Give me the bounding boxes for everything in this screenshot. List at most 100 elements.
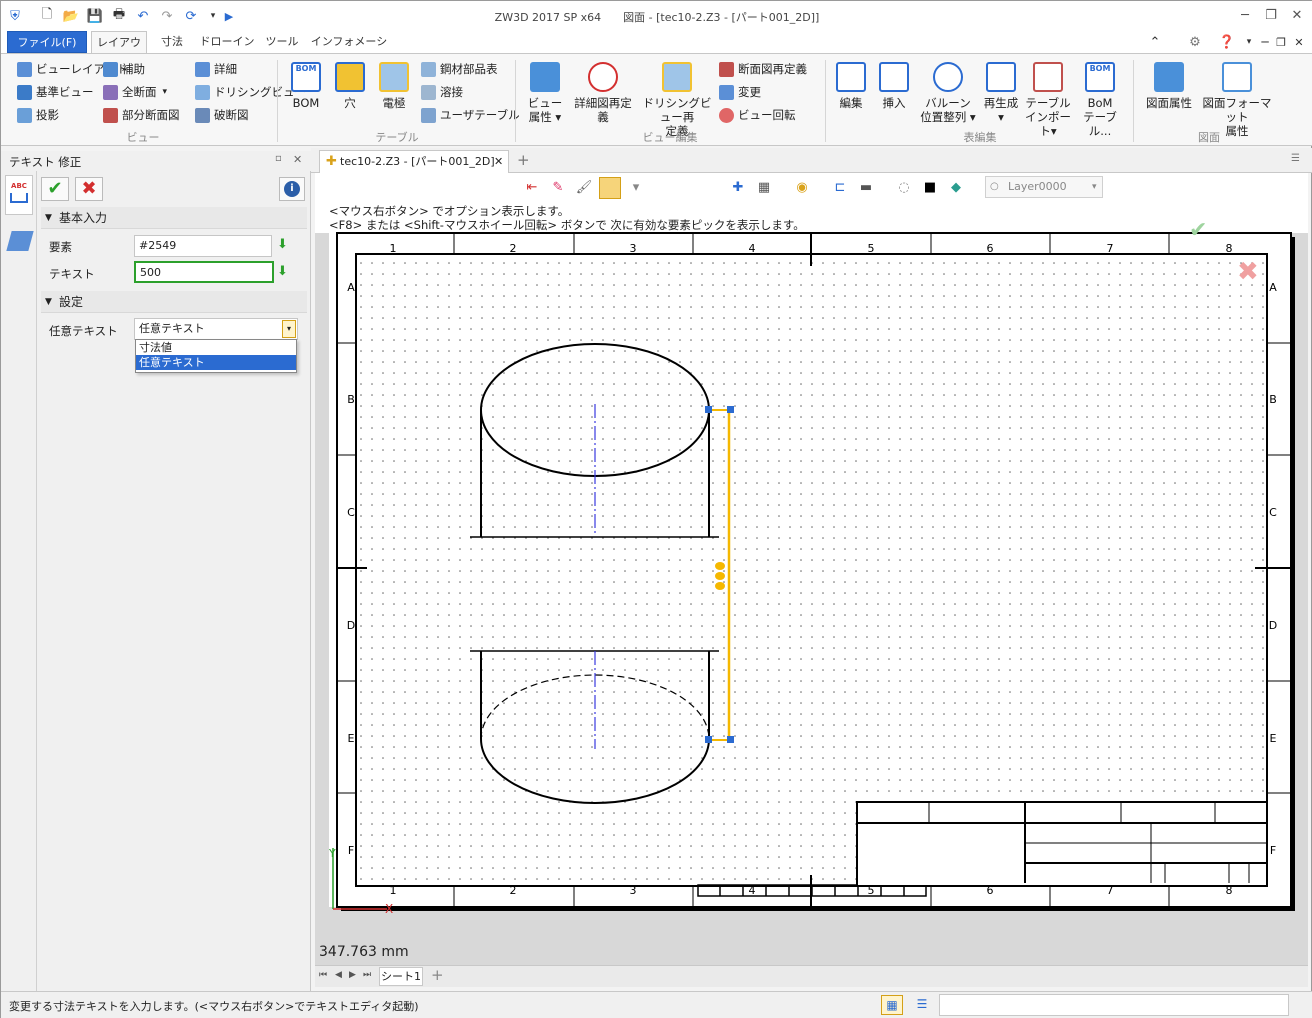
- text-modify-tool-icon[interactable]: ABC: [5, 175, 33, 215]
- edit-table-button[interactable]: 編集: [833, 62, 869, 110]
- prev-sheet-icon[interactable]: ◀: [335, 970, 342, 980]
- first-sheet-icon[interactable]: ⏮: [319, 970, 327, 980]
- electrode-button[interactable]: 電極: [375, 62, 413, 110]
- status-bar: 変更する寸法テキストを入力します。(<マウス右ボタン>でテキストエディタ起動) …: [1, 991, 1312, 1018]
- zone-column-label: 6: [987, 242, 994, 255]
- rotate-view-button[interactable]: ビュー回転: [719, 105, 796, 125]
- section-redefine-button[interactable]: 断面図再定義: [719, 59, 807, 79]
- tab-drawing[interactable]: ドローイング: [197, 31, 257, 70]
- measurement-readout: 347.763 mm: [319, 944, 409, 960]
- trimming-redefine-button[interactable]: ドリシングビュー再 定義: [641, 62, 713, 138]
- collapse-ribbon-icon[interactable]: ⌃: [1147, 34, 1163, 50]
- element-label: 要素: [49, 240, 72, 254]
- dropdown-option-dimension-value[interactable]: 寸法値: [136, 340, 296, 355]
- help-dropdown-icon[interactable]: ▾: [1241, 34, 1257, 50]
- layer-tool-icon[interactable]: [6, 231, 34, 251]
- help-icon[interactable]: ❓: [1219, 34, 1235, 50]
- auxiliary-view-button[interactable]: 補助: [103, 59, 145, 79]
- change-view-button[interactable]: 変更: [719, 82, 761, 102]
- drawing-canvas[interactable]: ⇤ ✎ 🖌 ▾ ✚ ▦ ◉ ⊏ ▬ ◌ ■ ◆ ○ Layer0000 ▾ <マ…: [315, 173, 1308, 965]
- minimize-button[interactable]: ─: [1233, 6, 1257, 26]
- document-tab-close-icon[interactable]: ✕: [494, 151, 503, 172]
- close-window-button[interactable]: ✕: [1285, 6, 1309, 26]
- element-pick-icon[interactable]: ⬇: [277, 237, 288, 252]
- detail-view-button[interactable]: 詳細: [195, 59, 237, 79]
- zone-column-label: 4: [749, 242, 756, 255]
- user-table-button[interactable]: ユーザテーブル: [421, 105, 520, 125]
- steel-parts-icon: [421, 61, 436, 77]
- drawing-attribute-button[interactable]: 図面属性: [1141, 62, 1197, 110]
- add-sheet-icon[interactable]: +: [431, 966, 444, 984]
- bom-table-button[interactable]: BOM BoM テーブル...: [1075, 62, 1125, 138]
- cancel-button[interactable]: ✖: [75, 177, 103, 201]
- settings-section[interactable]: ▼ 設定: [41, 291, 307, 313]
- basic-input-section[interactable]: ▼ 基本入力: [41, 207, 307, 229]
- drawing-format-attribute-button[interactable]: 図面フォーマット 属性: [1201, 62, 1273, 138]
- dropdown-option-arbitrary-text[interactable]: 任意テキスト: [136, 355, 296, 370]
- electrode-icon: [379, 62, 409, 92]
- panel-pin-icon[interactable]: ▫: [275, 153, 282, 164]
- projection-button[interactable]: 投影: [17, 105, 59, 125]
- canvas-confirm-icon[interactable]: ✔: [1189, 218, 1207, 243]
- doc-close-button[interactable]: ✕: [1291, 34, 1307, 50]
- ribbon-tabs: ファイル(F) レイアウト 寸法 ドローイング ツール インフォメーション ⌃ …: [1, 31, 1312, 71]
- status-input-mode-icon[interactable]: ▦: [881, 995, 903, 1015]
- doc-minimize-button[interactable]: ─: [1257, 34, 1273, 50]
- new-tab-icon[interactable]: +: [517, 151, 530, 169]
- zone-row-label: D: [347, 619, 355, 632]
- canvas-cancel-icon[interactable]: ✖: [1237, 257, 1259, 287]
- table-import-button[interactable]: テーブル インポート▾: [1023, 62, 1073, 138]
- full-section-button[interactable]: 全断面 ▾: [103, 82, 167, 102]
- break-view-button[interactable]: 破断図: [195, 105, 249, 125]
- status-list-icon[interactable]: ☰: [911, 995, 933, 1015]
- hole-table-button[interactable]: 穴: [331, 62, 369, 110]
- zone-column-label: 2: [510, 884, 517, 897]
- next-sheet-icon[interactable]: ▶: [349, 970, 356, 980]
- zone-row-label: C: [347, 506, 355, 519]
- tab-dimension[interactable]: 寸法: [153, 31, 191, 53]
- user-table-icon: [421, 107, 436, 123]
- tab-layout[interactable]: レイアウト: [91, 31, 147, 71]
- drawing-sheet[interactable]: 12345678 12345678 ABCDEF ABCDEF ✔ ✖ Y X: [315, 173, 1308, 965]
- last-sheet-icon[interactable]: ⏭: [363, 970, 371, 980]
- maximize-button[interactable]: ❐: [1259, 6, 1283, 26]
- steel-parts-list-button[interactable]: 鋼材部品表: [421, 59, 498, 79]
- trimming-view-icon: [195, 84, 210, 100]
- tab-list-dropdown-icon[interactable]: ☰: [1291, 153, 1300, 164]
- bom-button[interactable]: BOM BOM: [287, 62, 325, 110]
- balloon-align-button[interactable]: バルーン 位置整列 ▾: [919, 62, 977, 124]
- document-tab[interactable]: ✚ tec10-2.Z3 - [パート001_2D] ✕: [319, 150, 509, 173]
- insert-button[interactable]: 挿入: [875, 62, 913, 110]
- zone-column-label: 8: [1226, 242, 1233, 255]
- table-import-icon: [1033, 62, 1063, 92]
- text-mode-select[interactable]: 任意テキスト: [134, 318, 298, 340]
- view-attribute-button[interactable]: ビュー 属性 ▾: [523, 62, 567, 124]
- weld-table-button[interactable]: 溶接: [421, 82, 463, 102]
- element-field[interactable]: #2549: [134, 235, 272, 257]
- dropdown-arrow-icon[interactable]: ▾: [282, 320, 296, 338]
- doc-restore-button[interactable]: ❐: [1273, 34, 1289, 50]
- text-field[interactable]: 500: [134, 261, 274, 283]
- regenerate-button[interactable]: 再生成 ▾: [981, 62, 1021, 124]
- partial-section-button[interactable]: 部分断面図: [103, 105, 180, 125]
- tab-file[interactable]: ファイル(F): [7, 31, 87, 53]
- ok-button[interactable]: ✔: [41, 177, 69, 201]
- panel-close-icon[interactable]: ✕: [293, 153, 302, 166]
- command-input[interactable]: [939, 994, 1289, 1016]
- tab-tools[interactable]: ツール: [263, 31, 301, 53]
- arbitrary-text-label: 任意テキスト: [49, 324, 118, 338]
- text-modify-panel: ✔ ✖ i ▼ 基本入力 要素 #2549 ⬇ テキスト 500 ⬇ ▼ 設定 任意…: [37, 171, 311, 991]
- text-pick-icon[interactable]: ⬇: [277, 264, 288, 279]
- base-view-button[interactable]: 基準ビュー: [17, 82, 94, 102]
- detail-redefine-button[interactable]: 詳細図再定 義: [571, 62, 635, 124]
- ribbon-separator: [515, 60, 516, 142]
- zone-row-label: F: [1270, 844, 1276, 857]
- zone-row-label: E: [1270, 732, 1277, 745]
- sheet-tab[interactable]: シート1: [379, 967, 423, 986]
- settings-gear-icon[interactable]: ⚙: [1187, 34, 1203, 50]
- info-button[interactable]: i: [279, 177, 305, 201]
- tab-information[interactable]: インフォメーション: [309, 31, 389, 70]
- zone-column-label: 3: [630, 242, 637, 255]
- ribbon-separator: [277, 60, 278, 142]
- zone-row-label: B: [1269, 393, 1277, 406]
